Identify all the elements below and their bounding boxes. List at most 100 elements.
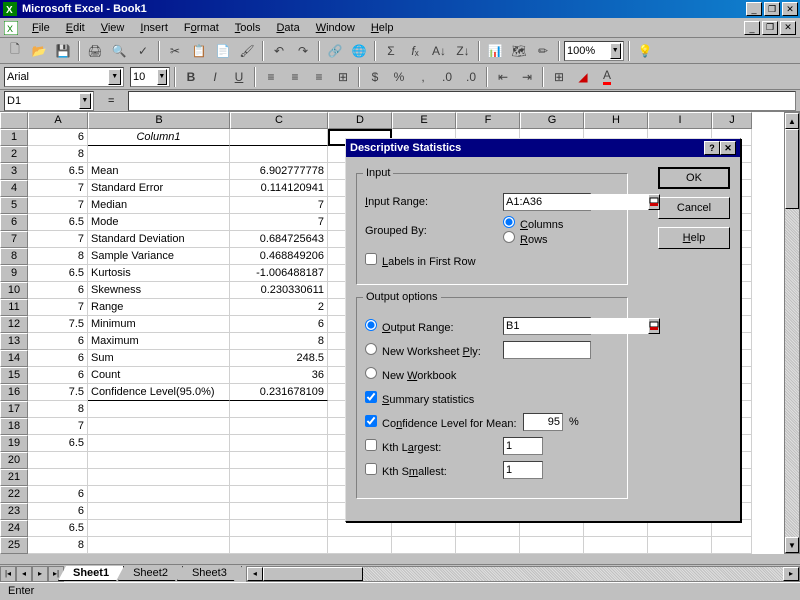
cell[interactable]: [230, 520, 328, 537]
maximize-button[interactable]: ❐: [764, 2, 780, 16]
cell[interactable]: [648, 537, 712, 554]
cell[interactable]: 7.5: [28, 384, 88, 401]
row-header[interactable]: 3: [0, 163, 28, 180]
horizontal-scrollbar[interactable]: ◂ ▸: [246, 566, 800, 582]
format-painter-button[interactable]: 🖌: [236, 40, 258, 62]
menu-format[interactable]: Format: [176, 20, 227, 36]
increase-decimal-button[interactable]: .0: [436, 66, 458, 88]
cell[interactable]: [584, 537, 648, 554]
menu-window[interactable]: Window: [308, 20, 363, 36]
cell[interactable]: 6: [28, 350, 88, 367]
cell[interactable]: 7.5: [28, 316, 88, 333]
scroll-down-icon[interactable]: ▼: [785, 537, 799, 553]
row-header[interactable]: 25: [0, 537, 28, 554]
hscroll-thumb[interactable]: [263, 567, 363, 581]
cell[interactable]: [520, 537, 584, 554]
ok-button[interactable]: OK: [658, 167, 730, 189]
print-button[interactable]: 🖨: [84, 40, 106, 62]
row-header[interactable]: 11: [0, 299, 28, 316]
sheet-tab-3[interactable]: Sheet3: [177, 566, 242, 581]
name-box-dropdown-icon[interactable]: ▼: [79, 93, 91, 109]
cell[interactable]: 8: [230, 333, 328, 350]
cell[interactable]: 6.5: [28, 435, 88, 452]
row-header[interactable]: 1: [0, 129, 28, 146]
align-left-button[interactable]: ≡: [260, 66, 282, 88]
dialog-help-icon[interactable]: ?: [704, 141, 720, 155]
cell[interactable]: 6.5: [28, 520, 88, 537]
col-header-J[interactable]: J: [712, 112, 752, 129]
cell[interactable]: [28, 469, 88, 486]
cell[interactable]: 8: [28, 146, 88, 163]
row-header[interactable]: 5: [0, 197, 28, 214]
cell[interactable]: [712, 520, 752, 537]
cell[interactable]: 7: [28, 299, 88, 316]
input-range-input[interactable]: [506, 194, 648, 210]
output-range-radio[interactable]: Output Range:: [365, 319, 503, 334]
cell[interactable]: [88, 146, 230, 163]
cell[interactable]: [88, 469, 230, 486]
col-header-G[interactable]: G: [520, 112, 584, 129]
increase-indent-button[interactable]: ⇥: [516, 66, 538, 88]
cell[interactable]: [230, 129, 328, 146]
cell[interactable]: 6.5: [28, 163, 88, 180]
row-header[interactable]: 22: [0, 486, 28, 503]
font-size-combo[interactable]: ▼: [130, 67, 170, 87]
cell[interactable]: Minimum: [88, 316, 230, 333]
row-header[interactable]: 24: [0, 520, 28, 537]
cell[interactable]: 6.5: [28, 265, 88, 282]
doc-minimize-button[interactable]: _: [744, 21, 760, 35]
row-header[interactable]: 7: [0, 231, 28, 248]
confidence-level-input[interactable]: [523, 413, 563, 431]
menu-tools[interactable]: Tools: [227, 20, 269, 36]
spellcheck-button[interactable]: ✓: [132, 40, 154, 62]
cell[interactable]: Skewness: [88, 282, 230, 299]
borders-button[interactable]: ⊞: [548, 66, 570, 88]
new-button[interactable]: 🗋: [4, 40, 26, 62]
cell[interactable]: [230, 469, 328, 486]
cell[interactable]: 6: [230, 316, 328, 333]
zoom-input[interactable]: [567, 45, 610, 57]
cell[interactable]: Median: [88, 197, 230, 214]
decrease-decimal-button[interactable]: .0: [460, 66, 482, 88]
row-header[interactable]: 8: [0, 248, 28, 265]
percent-button[interactable]: %: [388, 66, 410, 88]
vertical-scrollbar[interactable]: ▲ ▼: [784, 112, 800, 554]
cell[interactable]: Sum: [88, 350, 230, 367]
sort-asc-button[interactable]: A↓: [428, 40, 450, 62]
cell[interactable]: [88, 401, 230, 418]
cell[interactable]: [88, 503, 230, 520]
input-range-field[interactable]: [503, 193, 591, 211]
decrease-indent-button[interactable]: ⇤: [492, 66, 514, 88]
row-header[interactable]: 13: [0, 333, 28, 350]
kth-smallest-input[interactable]: [503, 461, 543, 479]
cell[interactable]: Confidence Level(95.0%): [88, 384, 230, 401]
col-header-H[interactable]: H: [584, 112, 648, 129]
row-header[interactable]: 14: [0, 350, 28, 367]
drawing-button[interactable]: ✏: [532, 40, 554, 62]
cell[interactable]: 6: [28, 282, 88, 299]
name-box[interactable]: ▼: [4, 91, 94, 111]
copy-button[interactable]: 📋: [188, 40, 210, 62]
font-name-dropdown-icon[interactable]: ▼: [108, 69, 121, 85]
cell[interactable]: 6: [28, 367, 88, 384]
cell[interactable]: [230, 146, 328, 163]
doc-close-button[interactable]: ✕: [780, 21, 796, 35]
row-header[interactable]: 19: [0, 435, 28, 452]
cell[interactable]: 0.684725643: [230, 231, 328, 248]
new-worksheet-input[interactable]: [503, 341, 591, 359]
row-header[interactable]: 18: [0, 418, 28, 435]
cell[interactable]: 6: [28, 503, 88, 520]
redo-button[interactable]: ↷: [292, 40, 314, 62]
cell[interactable]: Count: [88, 367, 230, 384]
function-button[interactable]: fₓ: [404, 40, 426, 62]
help-button[interactable]: 💡: [634, 40, 656, 62]
col-header-F[interactable]: F: [456, 112, 520, 129]
scroll-right-icon[interactable]: ▸: [783, 567, 799, 581]
col-header-D[interactable]: D: [328, 112, 392, 129]
row-header[interactable]: 20: [0, 452, 28, 469]
cell[interactable]: Kurtosis: [88, 265, 230, 282]
currency-button[interactable]: $: [364, 66, 386, 88]
col-header-B[interactable]: B: [88, 112, 230, 129]
cell[interactable]: [230, 418, 328, 435]
sheet-tab-2[interactable]: Sheet2: [118, 566, 183, 581]
